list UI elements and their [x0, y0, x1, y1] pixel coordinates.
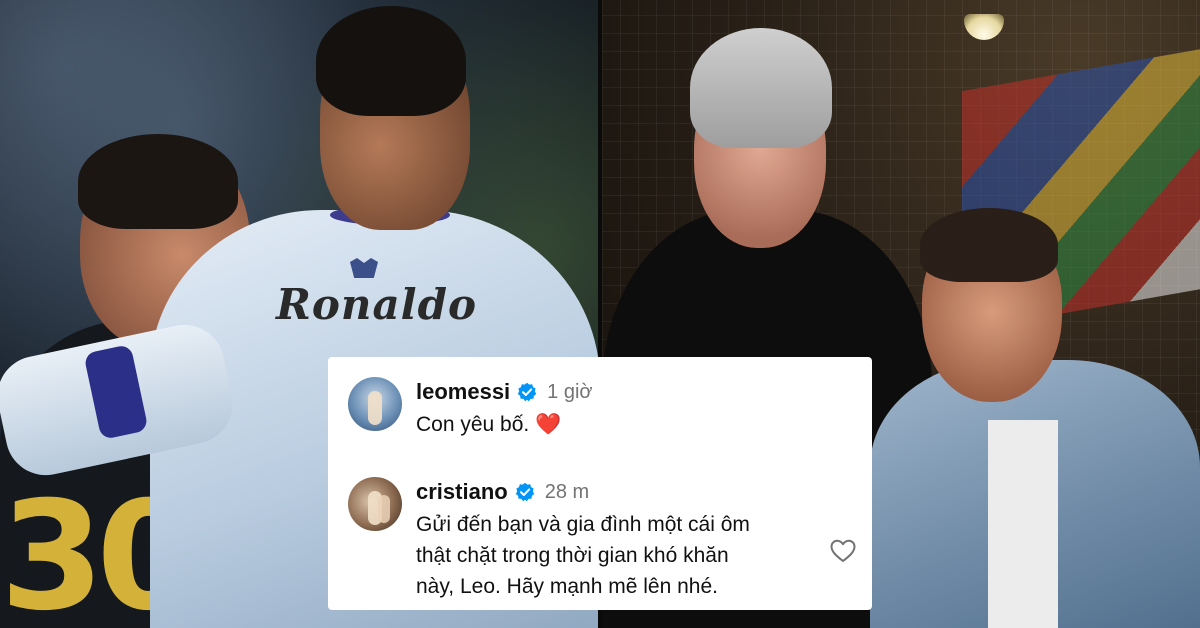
father-hair	[690, 28, 832, 148]
comment-time[interactable]: 28 m	[545, 481, 589, 504]
username[interactable]: leomessi	[416, 379, 510, 405]
comment-text: Con yêu bố. ❤️	[416, 409, 806, 440]
avatar[interactable]	[348, 477, 402, 531]
comment-meta: cristiano 28 m	[416, 477, 589, 507]
comment-time[interactable]: 1 giờ	[547, 381, 592, 404]
messi-hair-right	[920, 208, 1058, 282]
username[interactable]: cristiano	[416, 479, 508, 505]
avatar-figure	[378, 495, 390, 523]
white-tshirt	[988, 420, 1058, 628]
verified-badge-icon	[515, 482, 534, 502]
avatar[interactable]	[348, 377, 402, 431]
heart-outline-icon[interactable]	[830, 539, 856, 563]
ronaldo-hair	[316, 6, 466, 116]
verified-badge-icon	[517, 382, 537, 402]
comments-card: leomessi 1 giờ Con yêu bố. ❤️ cristiano …	[328, 357, 872, 610]
comment-line: Gửi đến bạn và gia đình một cái ôm	[416, 513, 750, 536]
comment-text: Gửi đến bạn và gia đình một cái ôm thật …	[416, 509, 806, 602]
heart-emoji: ❤️	[535, 413, 562, 436]
shirt-name: Ronaldo	[276, 280, 478, 329]
comment-meta: leomessi 1 giờ	[416, 377, 593, 407]
comment-line: thật chặt trong thời gian khó khăn	[416, 544, 729, 567]
avatar-figure	[368, 391, 382, 425]
comment-body: Con yêu bố.	[416, 413, 530, 436]
messi-hair	[78, 134, 238, 229]
comment-line: này, Leo. Hãy mạnh mẽ lên nhé.	[416, 575, 718, 598]
